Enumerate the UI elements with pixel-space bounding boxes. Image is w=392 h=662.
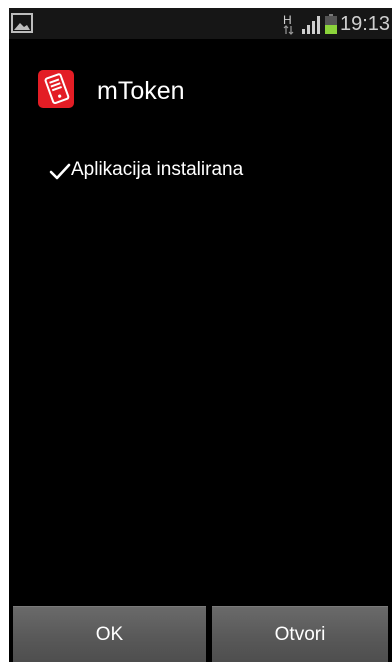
install-status-message: Aplikacija instalirana (71, 159, 244, 180)
network-h-icon: H (283, 13, 294, 35)
install-complete-screen: H 19:13 mToken Aplikacija instalirana OK… (9, 8, 392, 662)
status-clock: 19:13 (340, 13, 391, 35)
battery-icon (325, 14, 337, 34)
signal-icon (302, 16, 320, 34)
ok-button[interactable]: OK (13, 606, 206, 662)
check-icon (49, 163, 71, 180)
status-bar: H 19:13 (9, 8, 392, 39)
gallery-icon (11, 13, 33, 33)
button-bar: OK Otvori (9, 606, 392, 662)
mtoken-app-icon (38, 70, 74, 108)
app-name: mToken (97, 77, 185, 105)
svg-text:H: H (283, 13, 292, 27)
open-button[interactable]: Otvori (212, 606, 388, 662)
